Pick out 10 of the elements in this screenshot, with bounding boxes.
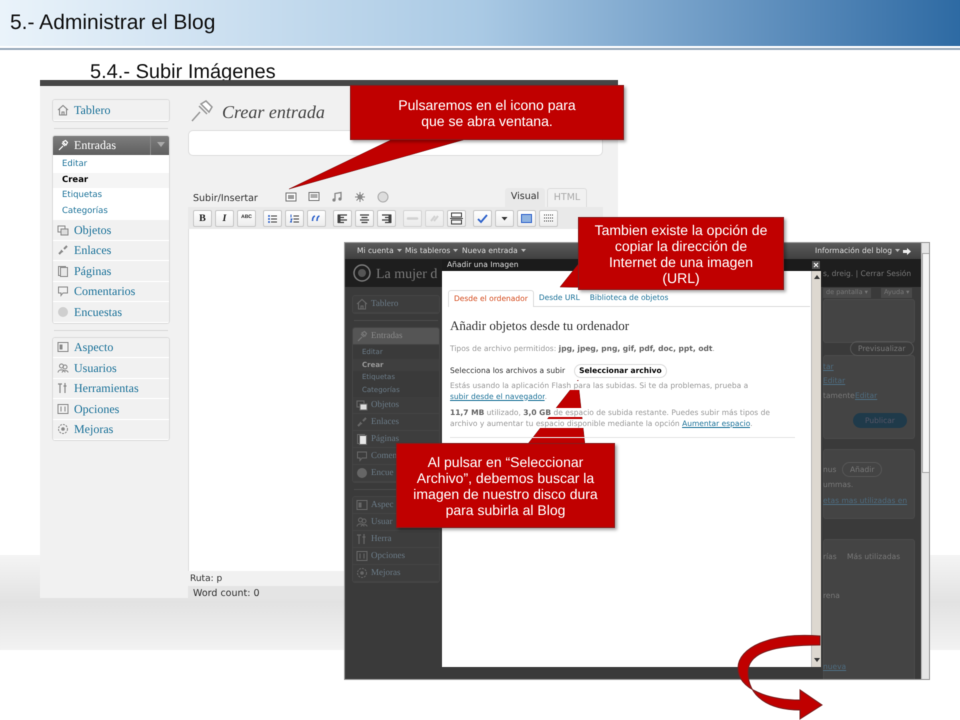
slide-subtitle: 5.4.- Subir Imágenes xyxy=(90,60,276,85)
callout-tooltip: Pulsaremos en el icono para que se abra ventana. xyxy=(350,85,624,140)
word-count: Word count: 0 xyxy=(193,587,260,598)
slide-title: 5.- Administrar el Blog xyxy=(10,10,216,36)
blog-name: La mujer d xyxy=(376,266,438,284)
dialog-heading: Añadir objetos desde tu ordenador xyxy=(450,318,630,334)
callout-tooltip: Tambien existe la opción de copiar la dirección de Internet de una imagen (URL) xyxy=(578,217,784,290)
page-title: Crear entrada xyxy=(222,101,325,124)
media-label: Subir/Insertar xyxy=(193,192,258,206)
path-label: Ruta: p xyxy=(190,573,222,586)
